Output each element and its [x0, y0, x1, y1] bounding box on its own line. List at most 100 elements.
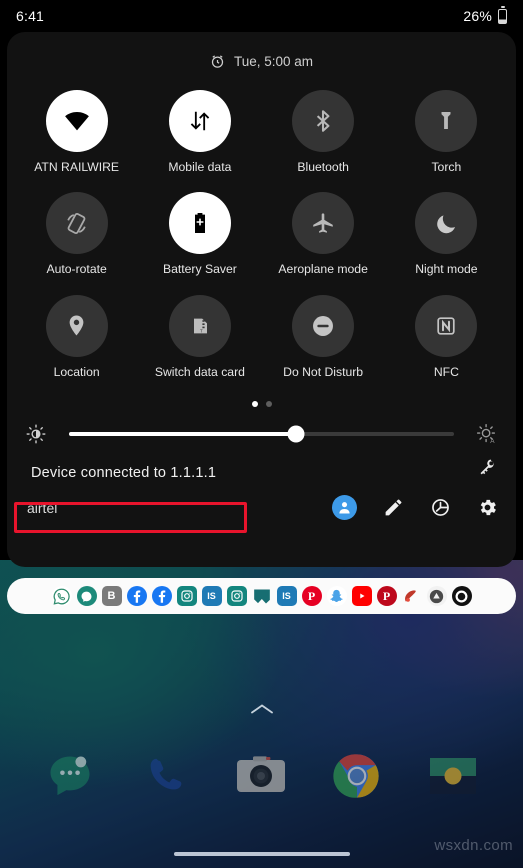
is-app-icon-2[interactable]: IS — [276, 586, 297, 606]
location-pin-icon — [64, 313, 89, 338]
svg-text:A: A — [490, 438, 495, 445]
tile-icon-wrapper — [415, 90, 478, 152]
tile-label: Bluetooth — [297, 160, 349, 174]
tile-label: Battery Saver — [162, 262, 237, 277]
tile-switch-data-card[interactable]: T Switch data card — [138, 294, 261, 379]
tile-wifi[interactable]: ATN RAILWIRE — [15, 90, 138, 174]
carrier-label: airtel — [27, 499, 58, 516]
brightness-slider[interactable] — [69, 425, 454, 443]
tile-icon-wrapper — [292, 90, 355, 152]
edit-pencil-icon[interactable] — [383, 497, 404, 518]
status-bar: 6:41 26% — [0, 0, 523, 32]
tile-icon-wrapper — [415, 192, 478, 255]
tile-label: ATN RAILWIRE — [34, 160, 120, 174]
user-avatar-icon[interactable] — [332, 495, 357, 521]
whatsapp-icon[interactable] — [51, 586, 72, 606]
pinterest-icon-2[interactable]: P — [376, 586, 397, 606]
tile-label: Night mode — [415, 262, 478, 277]
facebook-icon[interactable] — [126, 586, 147, 606]
pinterest-icon[interactable]: P — [301, 586, 322, 606]
quick-settings-tiles: ATN RAILWIRE Mobile data Bluetooth Torch… — [7, 84, 516, 379]
bluetooth-icon — [310, 108, 336, 134]
home-indicator[interactable] — [173, 852, 350, 856]
black-circle-icon[interactable] — [451, 586, 472, 606]
brightness-auto-icon[interactable]: A — [472, 423, 502, 445]
snapchat-icon[interactable] — [326, 586, 347, 606]
youtube-icon[interactable] — [351, 586, 372, 606]
page-dot-1[interactable] — [251, 401, 258, 408]
wifi-icon — [62, 106, 92, 136]
settings-gear-icon[interactable] — [477, 497, 498, 518]
red-app-icon[interactable] — [402, 586, 422, 606]
photos-app-icon[interactable] — [425, 748, 481, 804]
home-dock — [0, 738, 523, 814]
tile-mobile-data[interactable]: Mobile data — [138, 90, 261, 174]
tile-label: Auto-rotate — [46, 262, 107, 277]
tile-label: Torch — [431, 160, 462, 174]
tile-label: Mobile data — [168, 160, 232, 174]
alarm-row[interactable]: Tue, 5:00 am — [7, 38, 516, 84]
vpn-connection-text: Device connected to 1.1.1.1 — [31, 465, 217, 482]
page-dot-2[interactable] — [265, 401, 272, 408]
tile-icon-wrapper — [415, 294, 478, 357]
status-bar-right: 26% — [463, 5, 507, 24]
tile-battery-saver[interactable]: Battery Saver — [138, 192, 261, 276]
tile-label: NFC — [433, 364, 459, 379]
tile-icon-wrapper — [168, 90, 231, 152]
footer-icons — [332, 495, 498, 521]
alarm-clock-icon — [210, 54, 225, 69]
vpn-key-icon[interactable] — [478, 457, 498, 482]
tile-do-not-disturb[interactable]: Do Not Disturb — [262, 294, 385, 379]
moon-icon — [434, 211, 459, 236]
triangle-app-icon[interactable] — [426, 586, 447, 606]
tile-icon-wrapper — [45, 294, 108, 357]
battery-icon — [498, 5, 507, 24]
phone-screen: 6:41 26% Tue, 5:00 am ATN RAILWIRE Mobil… — [0, 0, 523, 868]
facebook-icon-2[interactable] — [151, 586, 172, 606]
phone-app-icon[interactable] — [138, 748, 194, 804]
airplane-icon — [310, 210, 336, 236]
tile-bluetooth[interactable]: Bluetooth — [262, 90, 385, 174]
quick-settings-panel: Tue, 5:00 am ATN RAILWIRE Mobile data Bl… — [7, 32, 516, 567]
notification-icon-row[interactable]: B IS IS P P — [7, 578, 516, 614]
tile-nfc[interactable]: NFC — [385, 294, 508, 379]
chevron-up-icon[interactable] — [249, 702, 275, 721]
tile-label: Do Not Disturb — [283, 364, 364, 379]
tile-label: Aeroplane mode — [278, 262, 368, 277]
power-icon[interactable] — [430, 497, 451, 518]
brightness-slider-thumb[interactable] — [287, 425, 305, 443]
footer-bottom-row: airtel — [23, 495, 500, 521]
tile-night-mode[interactable]: Night mode — [385, 192, 508, 276]
flashlight-icon — [434, 109, 458, 133]
messenger-icon[interactable] — [76, 586, 97, 606]
brightness-slider-fill — [69, 432, 297, 437]
instagram-icon-2[interactable] — [226, 586, 247, 606]
mobile-data-icon — [187, 108, 213, 134]
brightness-low-icon — [21, 423, 51, 445]
check-app-icon[interactable] — [252, 586, 272, 606]
tile-icon-wrapper: T — [168, 294, 231, 357]
b-badge-icon[interactable]: B — [101, 586, 122, 606]
tile-icon-wrapper — [168, 192, 231, 255]
camera-app-icon[interactable] — [233, 748, 289, 804]
tile-auto-rotate[interactable]: Auto-rotate — [15, 192, 138, 276]
instagram-icon[interactable] — [176, 586, 197, 606]
tile-icon-wrapper — [292, 192, 355, 255]
svg-text:T: T — [200, 328, 203, 333]
tile-label: Location — [53, 364, 100, 379]
do-not-disturb-icon — [310, 313, 336, 339]
quick-settings-footer: Device connected to 1.1.1.1 airtel — [7, 451, 516, 521]
tile-label: Switch data card — [154, 364, 245, 379]
sim-card-icon: T — [188, 314, 212, 338]
watermark: wsxdn.com — [434, 837, 513, 854]
tile-location[interactable]: Location — [15, 294, 138, 379]
tile-torch[interactable]: Torch — [385, 90, 508, 174]
chrome-app-icon[interactable] — [329, 748, 385, 804]
auto-rotate-icon — [63, 210, 90, 237]
page-indicator — [7, 391, 516, 417]
nfc-icon — [434, 314, 458, 338]
is-app-icon[interactable]: IS — [201, 586, 222, 606]
tile-aeroplane-mode[interactable]: Aeroplane mode — [262, 192, 385, 276]
messages-app-icon[interactable] — [42, 748, 98, 804]
tile-icon-wrapper — [45, 90, 108, 152]
